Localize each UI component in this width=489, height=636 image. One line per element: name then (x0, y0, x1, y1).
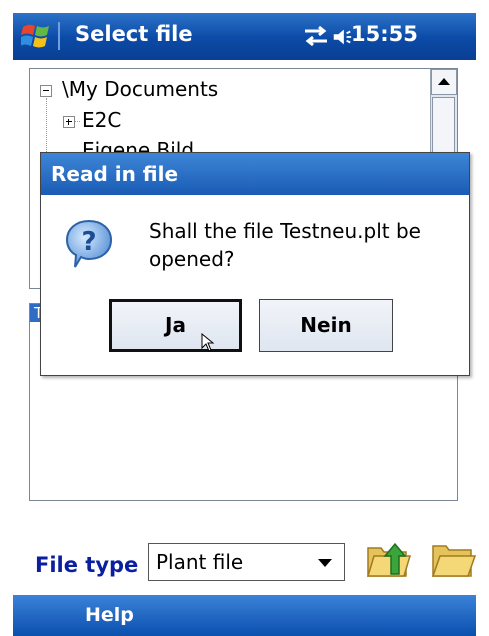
tree-item-e2c[interactable]: E2C (82, 108, 121, 132)
dialog-title: Read in file (41, 153, 469, 195)
collapse-icon[interactable] (40, 85, 52, 97)
clock[interactable]: 15:55 (351, 22, 418, 46)
folder-open-icon[interactable] (430, 536, 476, 582)
window-title: Select file (75, 22, 193, 46)
help-menu[interactable]: Help (85, 604, 134, 626)
connectivity-icon[interactable] (301, 24, 331, 48)
question-icon: ? (65, 219, 113, 268)
file-type-value: Plant file (156, 550, 244, 574)
folder-up-icon[interactable] (365, 536, 411, 582)
title-separator (58, 22, 60, 50)
tree-item-root[interactable]: \My Documents (62, 77, 218, 101)
scroll-up-button[interactable] (431, 69, 457, 95)
expand-icon[interactable] (63, 116, 75, 128)
read-in-file-dialog: Read in file ? Shall the file Testneu.pl… (40, 152, 470, 376)
file-type-select[interactable]: Plant file (148, 543, 345, 581)
menu-bar: Help (13, 595, 476, 636)
ja-button[interactable]: Ja (109, 299, 242, 352)
tree-line (46, 98, 47, 158)
dialog-message: Shall the file Testneu.plt be opened? (149, 219, 421, 271)
windows-start-icon[interactable] (21, 21, 51, 51)
volume-icon[interactable] (331, 25, 353, 49)
title-bar: Select file 15:55 (13, 13, 476, 60)
mouse-cursor-icon (201, 333, 215, 352)
nein-button[interactable]: Nein (259, 299, 393, 352)
chevron-down-icon[interactable] (318, 559, 332, 567)
file-type-label: File type (35, 553, 139, 577)
svg-text:?: ? (81, 227, 96, 257)
arrow-up-icon (438, 78, 450, 85)
